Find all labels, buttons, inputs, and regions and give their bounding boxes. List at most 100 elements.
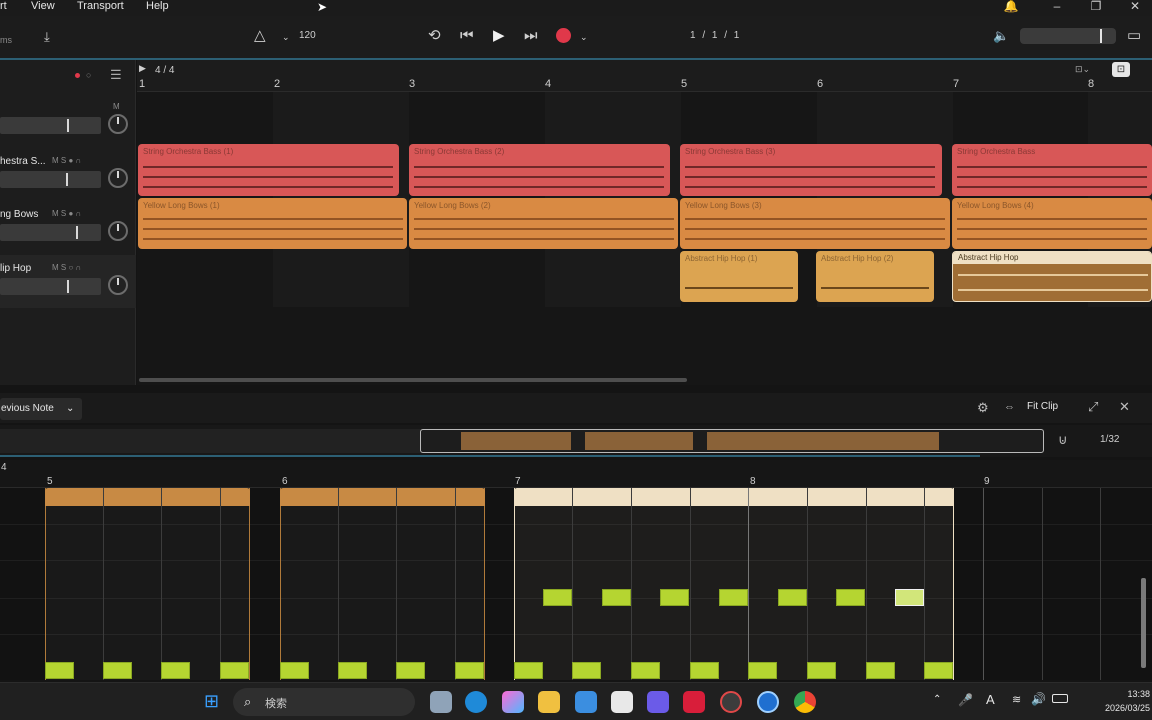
midi-note[interactable] (748, 662, 777, 679)
horizontal-scrollbar[interactable] (139, 378, 687, 382)
arrangement-clip[interactable]: String Orchestra Bass (1) (138, 144, 399, 196)
restore-button[interactable]: ❐ (1087, 0, 1105, 14)
pan-knob[interactable] (108, 221, 128, 241)
midi-note[interactable] (396, 662, 425, 679)
midi-note[interactable] (924, 662, 953, 679)
playhead-marker-icon[interactable]: ▶ (139, 63, 146, 74)
skip-forward-icon[interactable]: ⏭ (524, 28, 538, 44)
loop-icon[interactable]: ⟲ (428, 28, 441, 44)
arrangement-clip[interactable]: Abstract Hip Hop (2) (816, 251, 934, 302)
midi-note[interactable] (690, 662, 719, 679)
vertical-scrollbar[interactable] (1141, 578, 1146, 668)
taskbar-search[interactable]: ⌕ 検索 (233, 688, 415, 716)
track-buttons[interactable]: M (113, 102, 120, 111)
copilot-icon[interactable] (502, 691, 524, 713)
midi-note[interactable] (807, 662, 836, 679)
zoom-fit-icon[interactable]: ⊡ (1112, 62, 1130, 77)
overview-visible-range[interactable] (420, 429, 1044, 453)
metronome-chevron-icon[interactable]: ⌄ (282, 29, 290, 45)
fader-handle[interactable] (67, 280, 69, 293)
pan-knob[interactable] (108, 275, 128, 295)
pan-knob[interactable] (108, 114, 128, 134)
menu-item-help[interactable]: Help (146, 0, 169, 13)
track-name[interactable]: hestra S... (0, 156, 46, 167)
menu-item-view[interactable]: View (31, 0, 55, 13)
midi-note[interactable] (719, 589, 748, 606)
arrangement-clip[interactable]: Yellow Long Bows (1) (138, 198, 407, 249)
midi-note[interactable] (161, 662, 190, 679)
menu-item-partial[interactable]: rt (0, 0, 7, 13)
midi-note[interactable] (45, 662, 74, 679)
arrangement-clip[interactable]: String Orchestra Bass (3) (680, 144, 942, 196)
midi-note[interactable] (778, 589, 807, 606)
midi-note-selected[interactable] (895, 589, 924, 606)
track-volume-fader[interactable] (0, 278, 101, 295)
skip-back-icon[interactable]: ⏮ (460, 28, 474, 44)
timeline-ruler[interactable]: ▶ 4 / 4 1 2 3 4 5 6 7 8 ⊡⌄ ⊡ (137, 60, 1152, 92)
midi-note[interactable] (631, 662, 660, 679)
quantize-value[interactable]: 1/32 (1100, 434, 1119, 445)
track-volume-fader[interactable] (0, 117, 101, 134)
record-chevron-icon[interactable]: ⌄ (580, 29, 588, 45)
wifi-icon[interactable]: ≋ (1012, 693, 1021, 706)
browser-icon[interactable] (757, 691, 779, 713)
track-row[interactable]: lip Hop M S ○ ∩ (0, 255, 136, 308)
midi-note[interactable] (866, 662, 895, 679)
play-icon[interactable]: ▶ (493, 28, 505, 44)
record-button[interactable] (556, 28, 571, 43)
track-volume-fader[interactable] (0, 171, 101, 188)
speaker-icon[interactable]: 🔊 (1031, 692, 1046, 706)
track-row[interactable]: hestra S... M S ● ∩ (0, 148, 136, 201)
expand-icon[interactable]: ⤢ (1088, 399, 1098, 415)
arrangement-clip-selected[interactable]: Abstract Hip Hop (952, 251, 1152, 302)
midi-note[interactable] (220, 662, 249, 679)
battery-icon[interactable] (1052, 694, 1068, 703)
midi-note[interactable] (836, 589, 865, 606)
close-editor-icon[interactable]: ✕ (1119, 399, 1130, 415)
fader-handle[interactable] (66, 173, 68, 186)
minimize-button[interactable]: – (1048, 0, 1066, 14)
midi-note[interactable] (660, 589, 689, 606)
arrangement-clip[interactable]: String Orchestra Bass (952, 144, 1152, 196)
taskbar-clock[interactable]: 13:38 2026/03/25 (1080, 687, 1150, 715)
arrangement-view[interactable]: ▶ 4 / 4 1 2 3 4 5 6 7 8 ⊡⌄ ⊡ String Orch… (137, 60, 1152, 385)
chrome-icon[interactable] (794, 691, 816, 713)
arrangement-clip[interactable]: Abstract Hip Hop (1) (680, 251, 798, 302)
fit-clip-icon[interactable]: ⇔ (1004, 401, 1015, 413)
volume-icon[interactable]: 🔈 (993, 28, 1009, 44)
app-icon[interactable] (720, 691, 742, 713)
master-volume-slider[interactable] (1020, 28, 1116, 44)
metronome-icon[interactable]: △ (254, 28, 266, 44)
snap-icon[interactable]: ⊡⌄ (1075, 64, 1090, 75)
clip-overview[interactable]: ⊍ 1/32 (0, 425, 1152, 457)
fit-clip-button[interactable]: Fit Clip (1027, 401, 1058, 412)
note-preset-dropdown[interactable]: evious Note ⌄ (0, 398, 82, 420)
tray-chevron-icon[interactable]: ⌃ (933, 694, 941, 705)
ime-icon[interactable]: A (986, 692, 995, 707)
midi-note[interactable] (338, 662, 367, 679)
arrangement-clip[interactable]: String Orchestra Bass (2) (409, 144, 670, 196)
panel-toggle-icon[interactable]: ▭ (1127, 28, 1141, 44)
track-name[interactable]: lip Hop (0, 263, 31, 274)
monitor-all-icon[interactable]: ○ (86, 70, 91, 80)
track-filter-icon[interactable]: ☰ (110, 67, 122, 83)
step-sequencer-grid[interactable] (0, 488, 1152, 680)
track-buttons[interactable]: M S ● ∩ (52, 156, 81, 165)
track-volume-fader[interactable] (0, 224, 101, 241)
midi-note[interactable] (572, 662, 601, 679)
notification-bell-icon[interactable]: 🔔 (1002, 0, 1020, 14)
time-signature[interactable]: 4 / 4 (155, 65, 174, 76)
track-row[interactable]: M (0, 94, 136, 147)
midi-note[interactable] (455, 662, 484, 679)
fader-handle[interactable] (76, 226, 78, 239)
pattern-header-selected[interactable] (514, 488, 954, 506)
track-buttons[interactable]: M S ● ∩ (52, 209, 81, 218)
midi-note[interactable] (103, 662, 132, 679)
track-row[interactable]: ng Bows M S ● ∩ (0, 201, 136, 254)
track-buttons[interactable]: M S ○ ∩ (52, 263, 81, 272)
start-menu-icon[interactable]: ⊞ (204, 692, 219, 710)
menu-item-transport[interactable]: Transport (77, 0, 124, 13)
export-icon[interactable]: ⤓ (44, 29, 50, 45)
record-arm-all-icon[interactable] (75, 73, 80, 78)
arrangement-clip[interactable]: Yellow Long Bows (2) (409, 198, 678, 249)
